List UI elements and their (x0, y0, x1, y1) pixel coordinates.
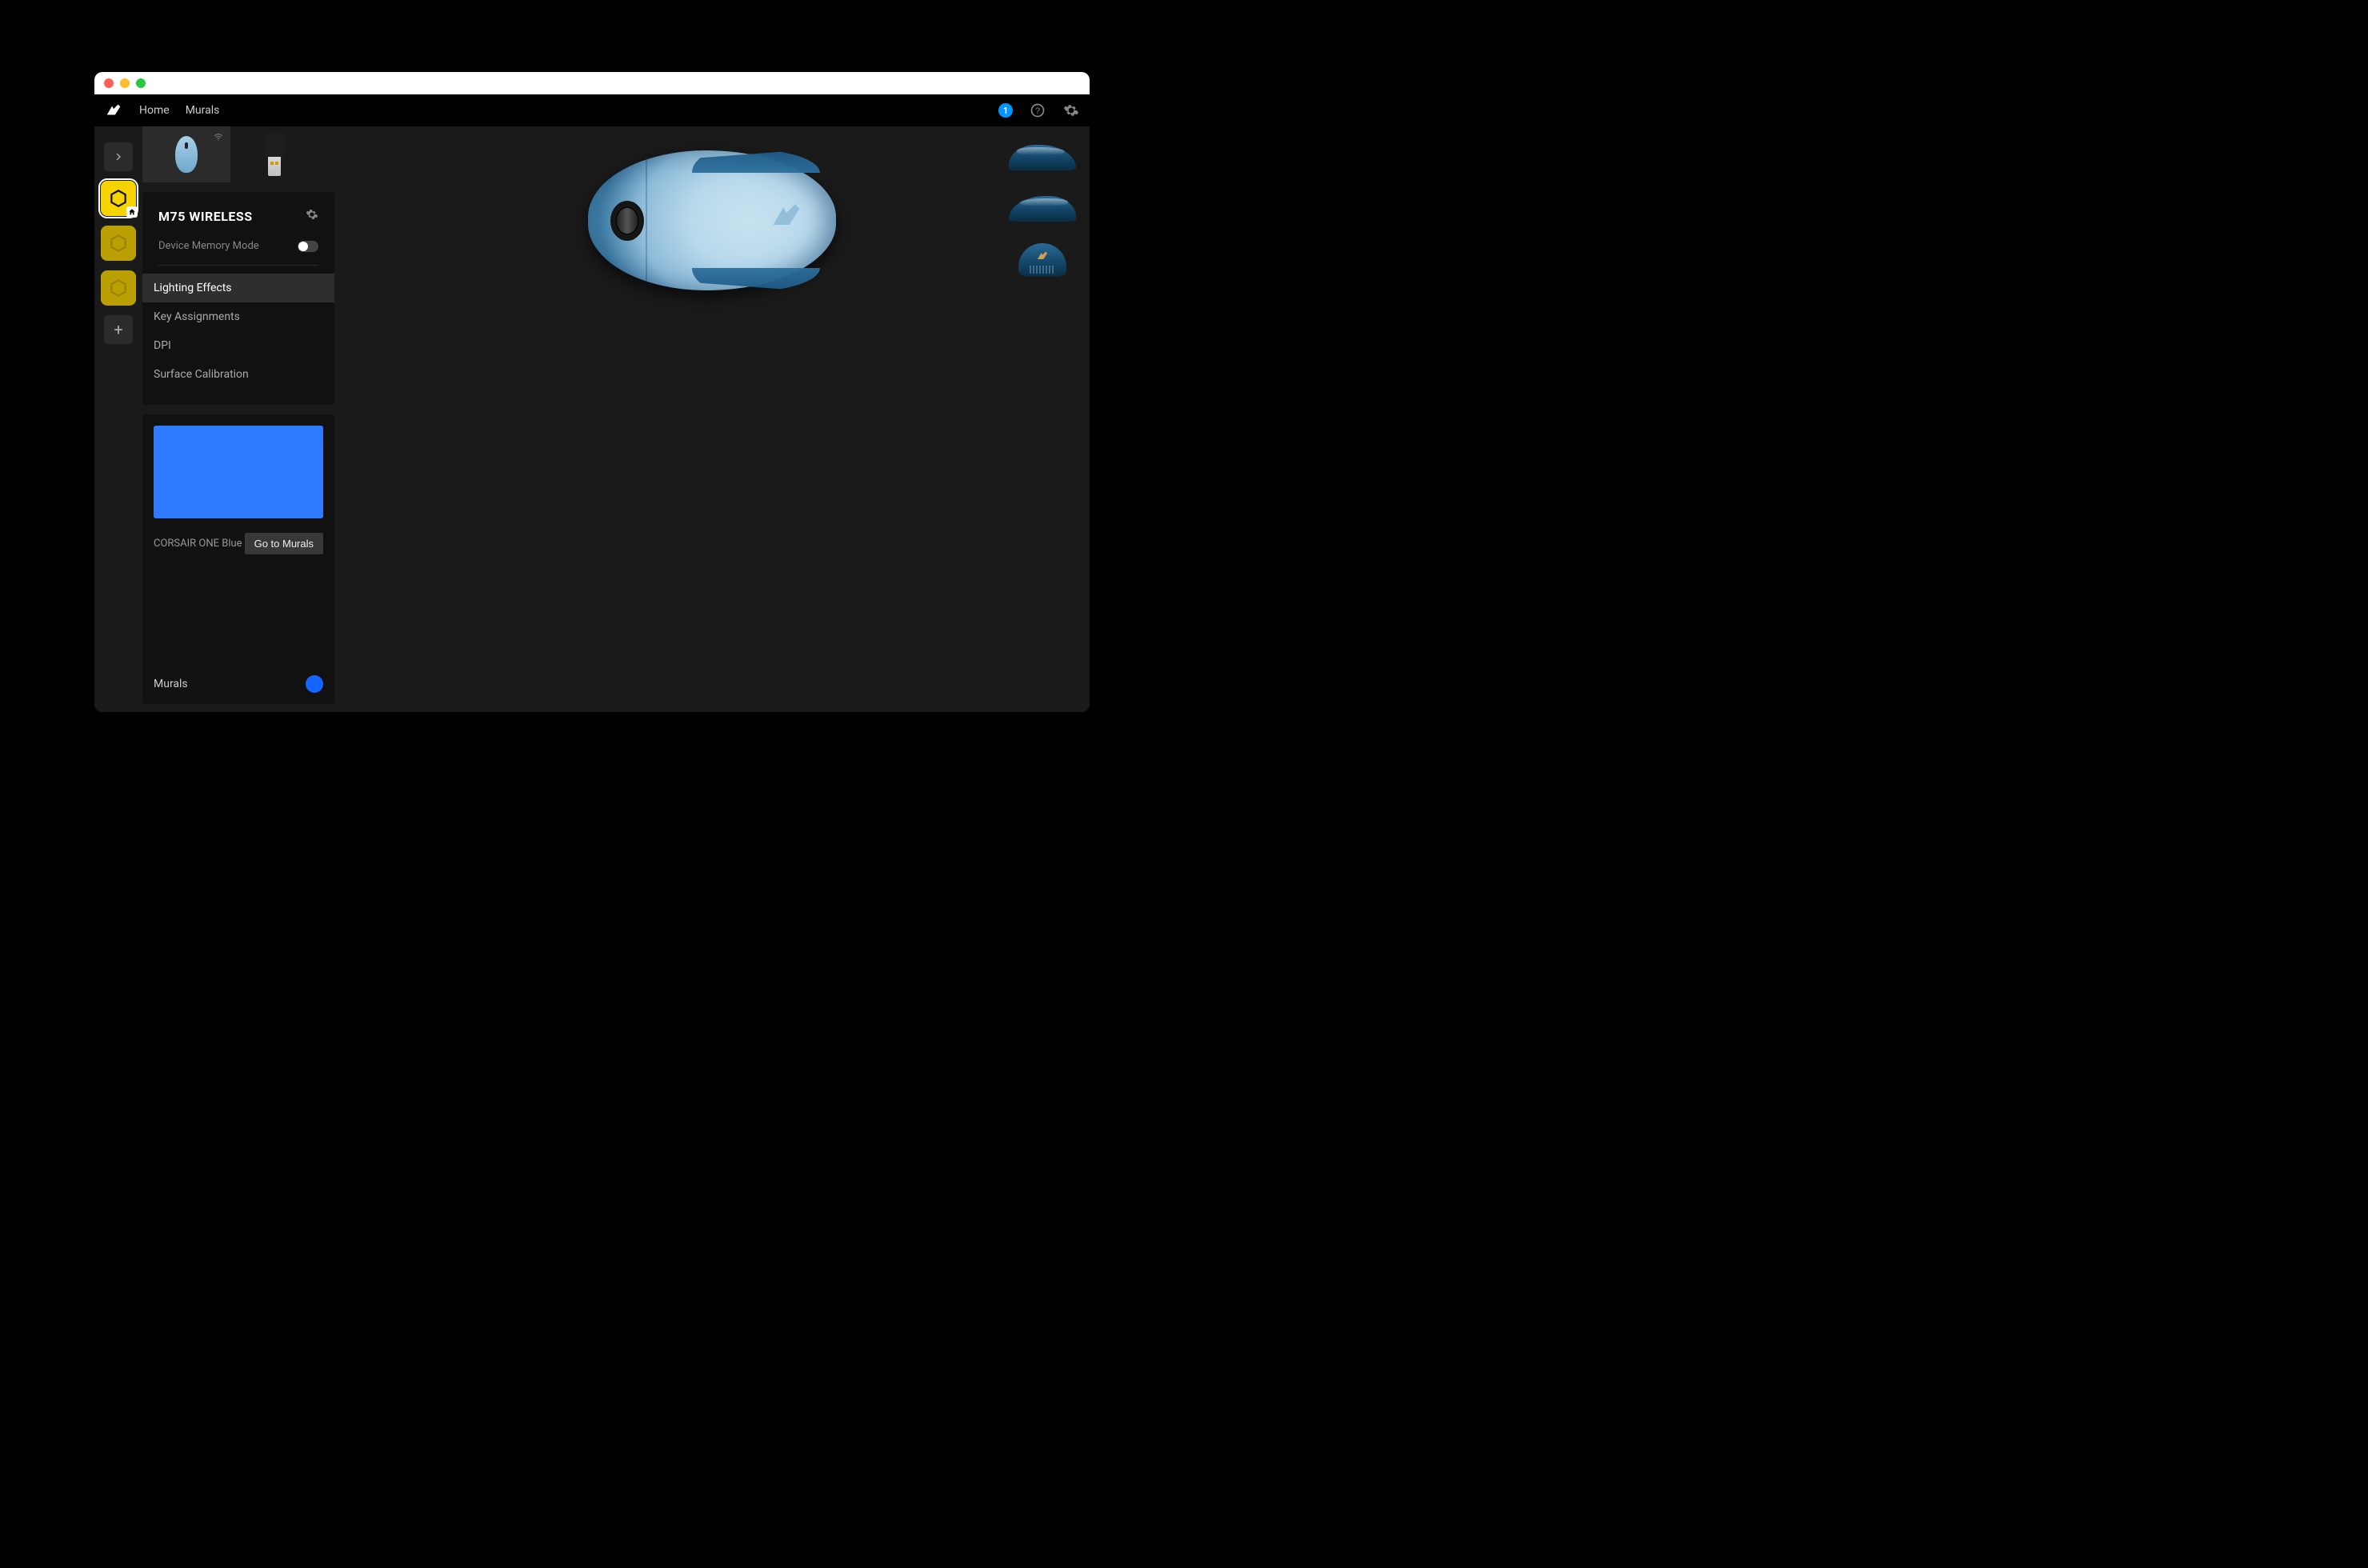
wireless-icon (213, 131, 224, 145)
help-icon[interactable]: ? (1029, 102, 1046, 119)
titlebar (94, 72, 1090, 94)
settings-icon[interactable] (1062, 102, 1080, 119)
menu-lighting-effects[interactable]: Lighting Effects (142, 274, 334, 302)
sidebar-profile-3[interactable] (101, 270, 136, 306)
app-window: Home Murals 1 ? (94, 72, 1090, 712)
device-canvas (334, 126, 1090, 712)
menu-surface-calibration[interactable]: Surface Calibration (142, 360, 334, 389)
effects-panel: CORSAIR ONE Blue Go to Murals Murals (142, 414, 334, 704)
close-window-button[interactable] (104, 78, 114, 88)
menu-key-assignments[interactable]: Key Assignments (142, 302, 334, 331)
device-panel: M75 WIRELESS Device Memory Mode Lighting… (142, 192, 334, 405)
sidebar: + (94, 126, 142, 712)
view-thumb-side-right[interactable] (1006, 189, 1078, 229)
svg-text:?: ? (1035, 106, 1040, 116)
murals-color-dot[interactable] (306, 675, 323, 693)
lighting-preset-name: CORSAIR ONE Blue (154, 538, 242, 550)
notifications-badge[interactable]: 1 (998, 103, 1013, 118)
view-thumb-side-left[interactable] (1006, 138, 1078, 178)
device-settings-icon[interactable] (306, 208, 318, 224)
device-tab-receiver[interactable] (230, 126, 318, 182)
minimize-window-button[interactable] (120, 78, 130, 88)
left-column: M75 WIRELESS Device Memory Mode Lighting… (142, 126, 334, 712)
device-tabs (142, 126, 334, 182)
profile-home-indicator-icon (126, 206, 138, 218)
nav-home[interactable]: Home (139, 104, 170, 117)
device-tab-mouse[interactable] (142, 126, 230, 182)
lighting-color-preview[interactable] (154, 426, 323, 518)
mouse-top-view (588, 150, 836, 290)
sidebar-profile-1[interactable] (101, 181, 136, 216)
maximize-window-button[interactable] (136, 78, 146, 88)
mouse-icon (175, 136, 198, 173)
corsair-logo-icon (104, 101, 123, 120)
memory-mode-label: Device Memory Mode (158, 240, 259, 252)
menu-dpi[interactable]: DPI (142, 331, 334, 360)
add-profile-button[interactable]: + (104, 315, 133, 344)
view-thumb-rear[interactable] (1006, 240, 1078, 280)
device-title: M75 WIRELESS (158, 209, 253, 224)
view-thumbnails (1006, 138, 1078, 280)
body: + M75 WIRELESS (94, 126, 1090, 712)
murals-footer-label: Murals (154, 678, 188, 690)
go-to-murals-button[interactable]: Go to Murals (245, 533, 323, 554)
device-menu: Lighting Effects Key Assignments DPI Sur… (158, 274, 318, 389)
memory-mode-toggle[interactable] (298, 241, 318, 252)
sidebar-profile-2[interactable] (101, 226, 136, 261)
expand-sidebar-button[interactable] (104, 142, 133, 171)
nav-murals[interactable]: Murals (186, 104, 220, 117)
corsair-logo-on-mouse-icon (769, 198, 804, 234)
dongle-icon (263, 133, 286, 176)
topbar: Home Murals 1 ? (94, 94, 1090, 126)
